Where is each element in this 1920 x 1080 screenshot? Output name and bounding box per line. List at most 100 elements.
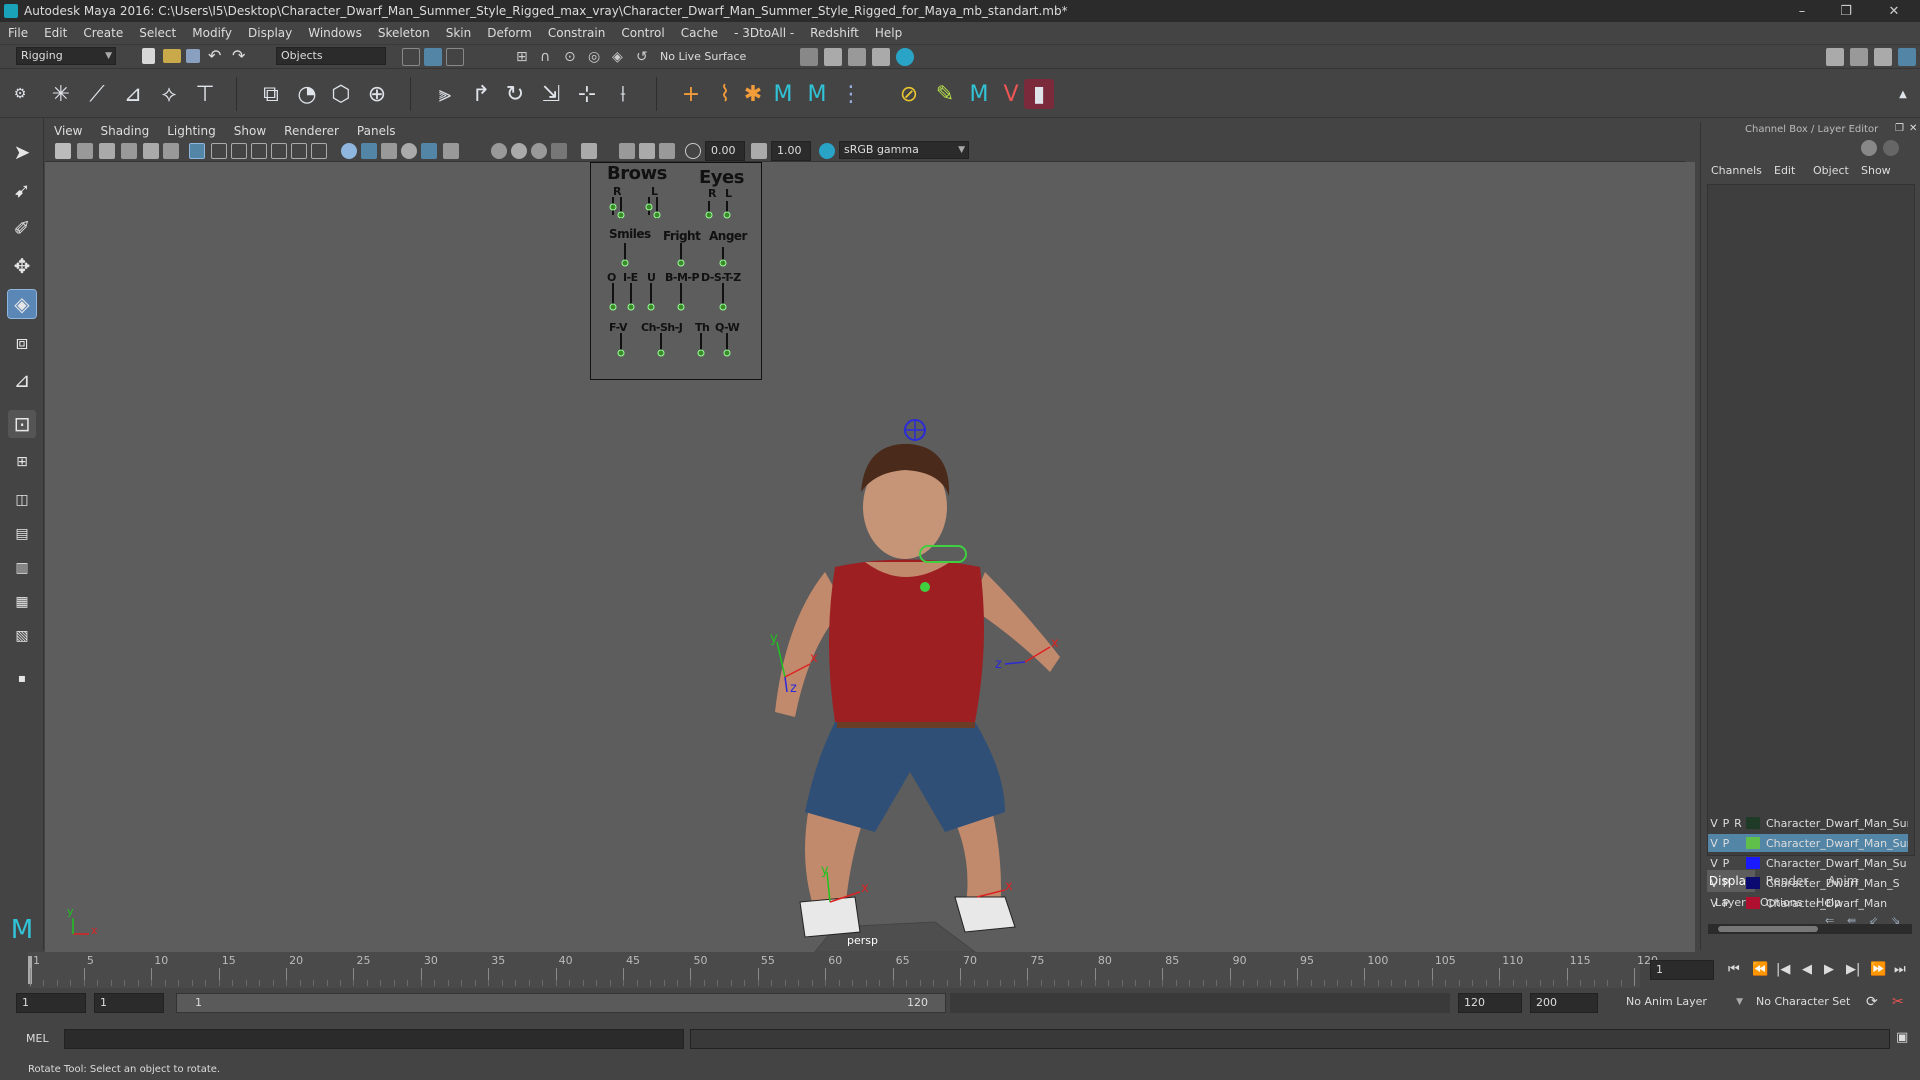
more-layouts-icon[interactable]: ▪ [8,664,36,692]
channel-box-toggle-icon[interactable] [1898,48,1916,66]
redo-icon[interactable]: ↷ [232,48,250,66]
snap-live-icon[interactable]: ↺ [636,48,654,66]
menu-help[interactable]: Help [867,26,910,40]
cluster-icon[interactable]: ⊕ [362,79,392,109]
neck-control[interactable] [920,582,930,592]
layer-color-swatch[interactable] [1746,857,1760,869]
pole-vector-icon[interactable]: ⟊ [608,79,638,109]
bookmark-icon[interactable] [99,143,115,159]
layer-playback-toggle[interactable]: P [1720,877,1732,890]
time-slider[interactable]: 1 5 10 15 20 25 30 35 40 45 50 55 60 65 70 75 80 85 90 95 10… [0,952,1920,988]
step-back-frame-icon[interactable]: |◀ [1776,962,1790,977]
menu-select[interactable]: Select [131,26,184,40]
lasso-tool-icon[interactable]: ➹ [8,176,36,204]
panel-menu-lighting[interactable]: Lighting [158,124,225,138]
facial-sliders[interactable] [591,163,763,381]
channel-box-icon-b[interactable] [1883,140,1899,156]
lambert-icon[interactable]: V [996,79,1026,109]
animation-prefs-icon[interactable]: ✂ [1892,994,1904,1010]
wrap-deformer-icon[interactable]: ⊘ [894,79,924,109]
open-scene-icon[interactable] [163,49,181,63]
layer-visible-toggle[interactable]: V [1708,857,1720,870]
soft-select-icon[interactable]: ⊡ [8,410,36,438]
colorspace-dropdown[interactable]: sRGB gamma ▼ [839,141,969,159]
menu-skeleton[interactable]: Skeleton [370,26,438,40]
statistics-icon[interactable]: ▮ [1024,79,1054,109]
layer-color-swatch[interactable] [1746,897,1760,909]
select-tool-icon[interactable]: ➤ [8,138,36,166]
snap-surface-icon[interactable]: ◈ [612,48,630,66]
panel-menu-show[interactable]: Show [225,124,275,138]
film-gate-icon[interactable] [211,143,227,159]
snap-view-icon[interactable]: ◎ [588,48,606,66]
animation-end-field[interactable]: 200 [1530,993,1598,1013]
time-ruler[interactable]: 1 5 10 15 20 25 30 35 40 45 50 55 60 65 70 75 80 85 90 95 10… [28,952,1658,988]
camera-select-icon[interactable] [55,143,71,159]
paint-weights-icon[interactable]: ◔ [292,79,322,109]
ik-handle-icon[interactable]: ⟋ [82,79,112,109]
menu-deform[interactable]: Deform [479,26,540,40]
xray-icon[interactable] [421,143,437,159]
menu-skin[interactable]: Skin [438,26,480,40]
panel-menu-view[interactable]: View [45,124,91,138]
layer-scrollbar-thumb[interactable] [1718,926,1818,932]
menu-cache[interactable]: Cache [673,26,726,40]
channels-menu[interactable]: Channels [1711,164,1762,177]
go-to-end-icon[interactable]: ⏭ [1894,962,1906,977]
menu-edit[interactable]: Edit [36,26,75,40]
step-back-key-icon[interactable]: ⏪ [1752,962,1768,977]
backface-icon[interactable] [659,143,675,159]
wireframe-icon[interactable] [341,143,357,159]
camera-attributes-icon[interactable] [77,143,93,159]
quick-rig-icon[interactable]: ✱ [738,79,768,109]
anti-alias-icon[interactable] [531,143,547,159]
gamma-icon[interactable] [751,143,767,159]
auto-key-icon[interactable]: ⟳ [1866,994,1878,1010]
shelf-settings-icon[interactable]: ⚙ [12,79,28,109]
mirror-joint-icon[interactable]: ⊤ [190,79,220,109]
layout-outliner-icon[interactable]: ▤ [8,520,36,548]
move-tool-icon[interactable]: ✥ [8,252,36,280]
textured-icon[interactable] [401,143,417,159]
channel-control-icon[interactable]: ⋮ [836,79,866,109]
safe-title-icon[interactable] [311,143,327,159]
render-view-icon[interactable] [872,48,890,66]
cb-edit-menu[interactable]: Edit [1774,164,1795,177]
field-chart-icon[interactable] [271,143,287,159]
anim-layer-dropdown[interactable]: No Anim Layer ▼ [1622,994,1746,1012]
menu-3dtoall[interactable]: - 3DtoAll - [726,26,802,40]
default-lighting-icon[interactable] [381,143,397,159]
exposure-icon[interactable] [685,143,701,159]
step-forward-frame-icon[interactable]: ▶| [1846,962,1860,977]
float-panel-icon[interactable]: ❐ [1895,123,1904,134]
panel-menu-renderer[interactable]: Renderer [275,124,348,138]
ambient-occlusion-icon[interactable] [491,143,507,159]
close-button[interactable]: ✕ [1872,0,1916,22]
shadows-icon[interactable] [443,143,459,159]
layer-visible-toggle[interactable]: V [1708,897,1720,910]
menu-redshift[interactable]: Redshift [802,26,867,40]
tool-settings-icon[interactable] [1874,48,1892,66]
color-management-icon[interactable] [819,143,835,159]
select-by-hierarchy-icon[interactable] [402,48,420,66]
select-by-object-icon[interactable] [424,48,442,66]
layout-two-icon[interactable]: ◫ [8,486,36,514]
menu-control[interactable]: Control [613,26,672,40]
channel-box-icon-a[interactable] [1861,140,1877,156]
snap-point-icon[interactable]: ⊙ [564,48,582,66]
range-slider[interactable]: 1 120 [176,993,946,1013]
close-panel-icon[interactable]: ✕ [1909,123,1917,134]
locator-icon[interactable]: + [676,79,706,109]
menu-constrain[interactable]: Constrain [540,26,614,40]
attribute-editor-icon[interactable] [1850,48,1868,66]
xray-active-icon[interactable] [639,143,655,159]
resolution-gate-icon[interactable] [231,143,247,159]
script-editor-icon[interactable]: ▣ [1896,1030,1908,1045]
layer-row[interactable]: V P Character_Dwarf_Man_Su [1708,854,1908,872]
joint-tool-icon[interactable]: ✳ [46,79,76,109]
snap-curve-icon[interactable]: ∩ [540,48,558,66]
scale-tool-icon[interactable]: ⧈ [8,328,36,356]
layer-display-type[interactable]: R [1732,817,1744,830]
playback-start-field[interactable]: 1 [94,993,164,1013]
motion-blur-icon[interactable] [511,143,527,159]
